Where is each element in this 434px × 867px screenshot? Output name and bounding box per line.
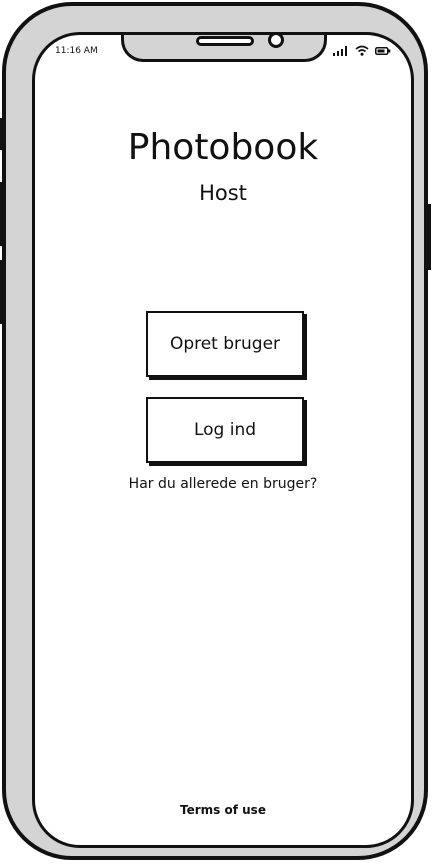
existing-account-hint: Har du allerede en bruger?: [128, 476, 318, 492]
app-title: Photobook: [127, 127, 319, 168]
side-button-power: [425, 204, 431, 270]
notch: [121, 35, 327, 62]
signal-icon: [333, 45, 347, 56]
side-button-volume-up: [0, 182, 5, 246]
front-camera: [268, 35, 284, 48]
app-subtitle: Host: [199, 181, 247, 205]
speaker-grille: [196, 36, 254, 46]
battery-icon: [375, 46, 391, 55]
phone-frame: 11:16 AM Photobook Host Opret bruger Log…: [0, 2, 431, 860]
side-button-volume-down: [0, 260, 5, 324]
wifi-icon: [355, 45, 369, 56]
login-button[interactable]: Log ind: [146, 397, 304, 463]
status-time: 11:16 AM: [55, 46, 98, 56]
side-button-mute: [0, 118, 5, 150]
terms-of-use-link[interactable]: Terms of use: [35, 803, 411, 817]
screen: 11:16 AM Photobook Host Opret bruger Log…: [32, 32, 414, 848]
status-icons: [333, 45, 391, 56]
create-account-button[interactable]: Opret bruger: [146, 311, 304, 377]
